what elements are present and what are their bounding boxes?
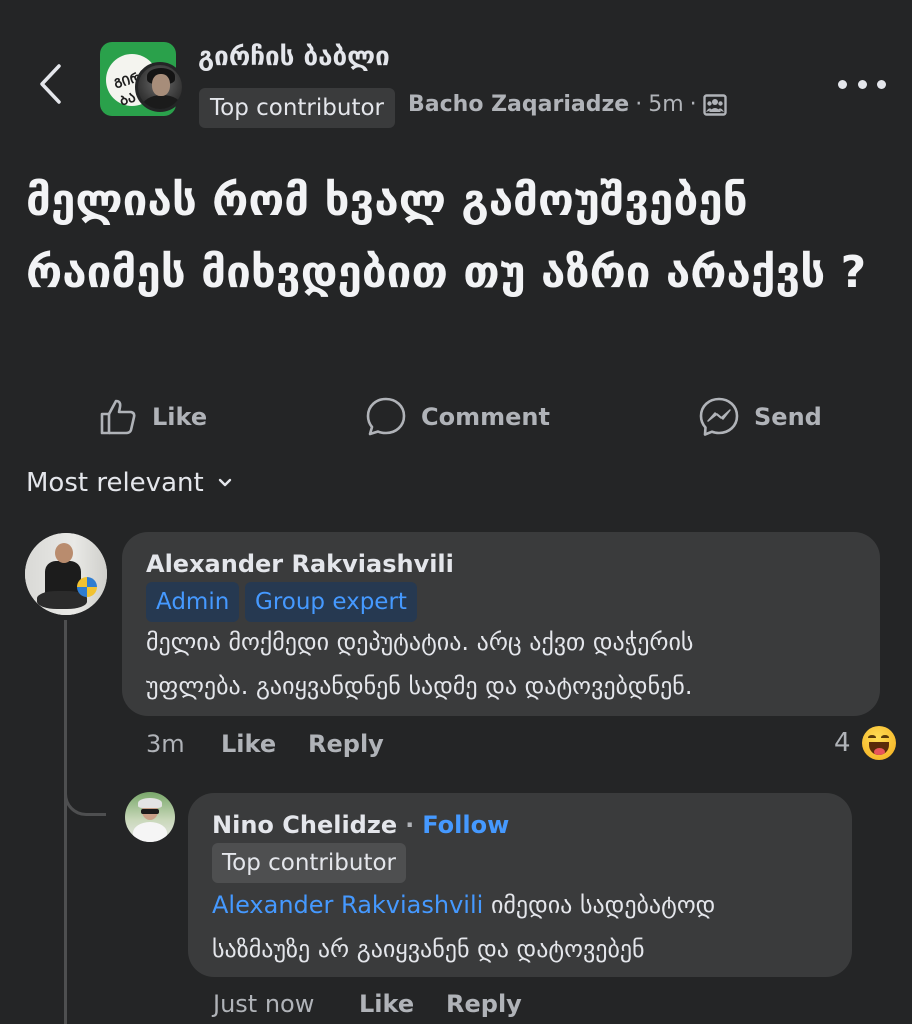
reply-bubble[interactable]: Nino Chelidze · Follow Top contributor A… — [188, 793, 852, 977]
group-audience-icon — [702, 93, 727, 116]
comment-bubble[interactable]: Alexander Rakviashvili Admin Group exper… — [122, 532, 880, 716]
chevron-left-icon — [40, 64, 61, 104]
comment-label: Comment — [421, 403, 550, 431]
commenter-name[interactable]: Alexander Rakviashvili — [146, 550, 454, 578]
post-text: მელიას რომ ხვალ გამოუშვებენ რაიმეს მიხვდ… — [26, 175, 867, 298]
reply-reply-label: Reply — [446, 990, 522, 1018]
more-options-button[interactable] — [838, 70, 886, 98]
reply-time[interactable]: Just now — [213, 990, 314, 1018]
reaction-count[interactable]: 4 — [834, 728, 851, 758]
comment-reply-button[interactable]: Reply — [308, 730, 384, 758]
admin-badge: Admin — [146, 582, 240, 622]
send-button[interactable]: Send — [698, 392, 822, 442]
more-dot-icon — [877, 79, 886, 89]
comment-like-button[interactable]: Like — [221, 730, 276, 758]
thumbs-up-icon — [100, 399, 136, 435]
author-avatar[interactable] — [135, 62, 185, 112]
reply-text-line: იმედია სადებატოდ — [483, 891, 716, 919]
meta-separator: · — [635, 92, 643, 117]
reply-avatar[interactable] — [125, 792, 175, 842]
follow-button[interactable]: Follow — [422, 811, 509, 839]
like-button[interactable]: Like — [98, 392, 207, 442]
reply-text: Alexander Rakviashvili იმედია სადებატოდ … — [212, 883, 715, 971]
chevron-down-icon — [218, 478, 231, 487]
comment-bubble-icon — [366, 397, 406, 436]
sort-comments-dropdown[interactable]: Most relevant — [26, 468, 232, 498]
reply-text-line: საზმაუზე არ გაიყვანენ და დატოვებენ — [212, 935, 645, 963]
comment-button[interactable]: Comment — [365, 392, 550, 442]
back-button[interactable] — [30, 62, 70, 106]
reply-like-button[interactable]: Like — [359, 990, 414, 1018]
thread-connector — [64, 770, 106, 816]
comment-time[interactable]: 3m — [146, 730, 185, 758]
post-time[interactable]: 5m — [648, 92, 683, 117]
post-author-name[interactable]: Bacho Zaqariadze — [408, 92, 629, 117]
comment-text: მელია მოქმედი დეპუტატია. არც აქვთ დაჭერი… — [146, 620, 693, 708]
reply-separator: · — [405, 811, 415, 839]
more-dot-icon — [838, 79, 847, 89]
reply-author-name[interactable]: Nino Chelidze — [212, 811, 397, 839]
commenter-avatar[interactable] — [25, 533, 107, 615]
reply-reply-button[interactable]: Reply — [446, 990, 522, 1018]
top-contributor-badge: Top contributor — [199, 88, 396, 128]
comment-reply-label: Reply — [308, 730, 384, 758]
reply-like-label: Like — [359, 990, 415, 1018]
laughing-emoji-icon[interactable] — [862, 726, 896, 760]
post-meta: Bacho Zaqariadze · 5m · — [408, 92, 727, 117]
messenger-icon — [699, 397, 739, 436]
group-name[interactable]: გირჩის ბაბლი — [198, 42, 390, 72]
group-expert-badge: Group expert — [245, 582, 417, 622]
comment-text-line: მელია მოქმედი დეპუტატია. არც აქვთ დაჭერი… — [146, 628, 694, 656]
post-actions-bar: Like Comment Send — [0, 392, 912, 442]
mention-link[interactable]: Alexander Rakviashvili — [212, 891, 483, 919]
meta-separator: · — [689, 92, 697, 117]
like-label: Like — [152, 403, 208, 431]
comment-text-line: უფლება. გაიყვანდნენ სადმე და დატოვებდნენ… — [146, 672, 693, 700]
top-contributor-badge: Top contributor — [212, 843, 407, 883]
comment-like-label: Like — [221, 730, 277, 758]
more-dot-icon — [857, 79, 867, 89]
send-label: Send — [754, 403, 822, 431]
reply-header: Nino Chelidze · Follow — [212, 811, 509, 839]
thread-line — [64, 620, 67, 1024]
sort-label: Most relevant — [26, 468, 204, 498]
